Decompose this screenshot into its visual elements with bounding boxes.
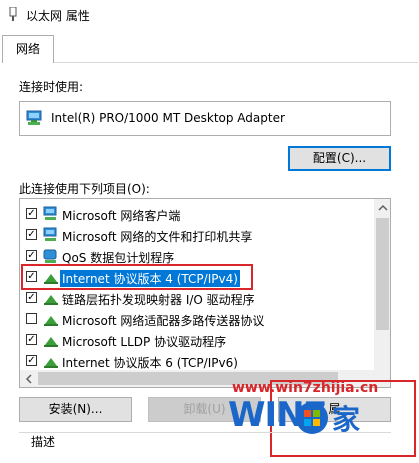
adapter-box: Intel(R) PRO/1000 MT Desktop Adapter xyxy=(19,101,391,136)
install-button[interactable]: 安装(N)... xyxy=(19,397,132,422)
protocol-icon xyxy=(44,316,58,326)
items-label: 此连接使用下列项目(O): xyxy=(19,182,150,196)
scroll-up-icon[interactable] xyxy=(378,203,388,213)
item-checkbox[interactable] xyxy=(26,313,37,324)
list-item[interactable]: Microsoft 网络适配器多路传送器协议 xyxy=(20,309,372,330)
list-item[interactable]: ✓ 链路层拓扑发现映射器 I/O 驱动程序 xyxy=(20,288,372,309)
protocol-icon xyxy=(44,358,58,368)
list-item-label: Microsoft 网络客户端 xyxy=(62,209,181,223)
item-checkbox[interactable]: ✓ xyxy=(26,250,37,261)
item-checkbox[interactable]: ✓ xyxy=(26,208,37,219)
network-adapter-icon xyxy=(26,110,42,125)
configure-button[interactable]: 配置(C)... xyxy=(288,146,391,171)
list-item-label: 链路层拓扑发现映射器 I/O 驱动程序 xyxy=(62,293,255,307)
connect-using-label: 连接时使用: xyxy=(19,80,84,94)
list-item[interactable]: ✓ Internet 协议版本 6 (TCP/IPv6) xyxy=(20,351,372,372)
adapter-name: Intel(R) PRO/1000 MT Desktop Adapter xyxy=(51,111,285,125)
list-item-label: Microsoft 网络的文件和打印机共享 xyxy=(62,230,253,244)
list-item[interactable]: ✓ Microsoft 网络的文件和打印机共享 xyxy=(20,225,372,246)
file-share-icon xyxy=(43,227,57,241)
list-item-label: Microsoft 网络适配器多路传送器协议 xyxy=(62,314,265,328)
list-item[interactable]: ✓ Microsoft LLDP 协议驱动程序 xyxy=(20,330,372,351)
items-list[interactable]: ✓ Microsoft 网络客户端 ✓ Microsoft 网络的文件和打印机共… xyxy=(19,198,391,388)
qos-icon xyxy=(43,249,57,263)
title-bar: 以太网 属性 xyxy=(0,0,419,30)
list-item-label: Internet 协议版本 6 (TCP/IPv6) xyxy=(62,356,238,370)
protocol-icon xyxy=(44,337,58,347)
network-client-icon xyxy=(43,206,57,220)
item-checkbox[interactable]: ✓ xyxy=(26,355,37,366)
tab-network[interactable]: 网络 xyxy=(2,35,54,63)
item-checkbox[interactable]: ✓ xyxy=(26,334,37,345)
list-item-label: Microsoft LLDP 协议驱动程序 xyxy=(62,335,227,349)
watermark-han: 家 xyxy=(332,403,361,436)
watermark-url: www.win7zhijia.cn xyxy=(232,380,379,396)
network-properties-icon xyxy=(9,7,17,21)
protocol-icon xyxy=(44,295,58,305)
vertical-scroll-thumb[interactable] xyxy=(376,218,389,330)
scroll-left-icon[interactable] xyxy=(24,374,34,384)
item-checkbox[interactable]: ✓ xyxy=(26,229,37,240)
windows-logo-icon xyxy=(296,402,328,434)
description-label: 描述 xyxy=(28,433,59,450)
window-title: 以太网 属性 xyxy=(26,9,90,23)
list-item[interactable]: ✓ Microsoft 网络客户端 xyxy=(20,204,372,225)
item-checkbox[interactable]: ✓ xyxy=(26,292,37,303)
highlight-box xyxy=(21,264,253,290)
